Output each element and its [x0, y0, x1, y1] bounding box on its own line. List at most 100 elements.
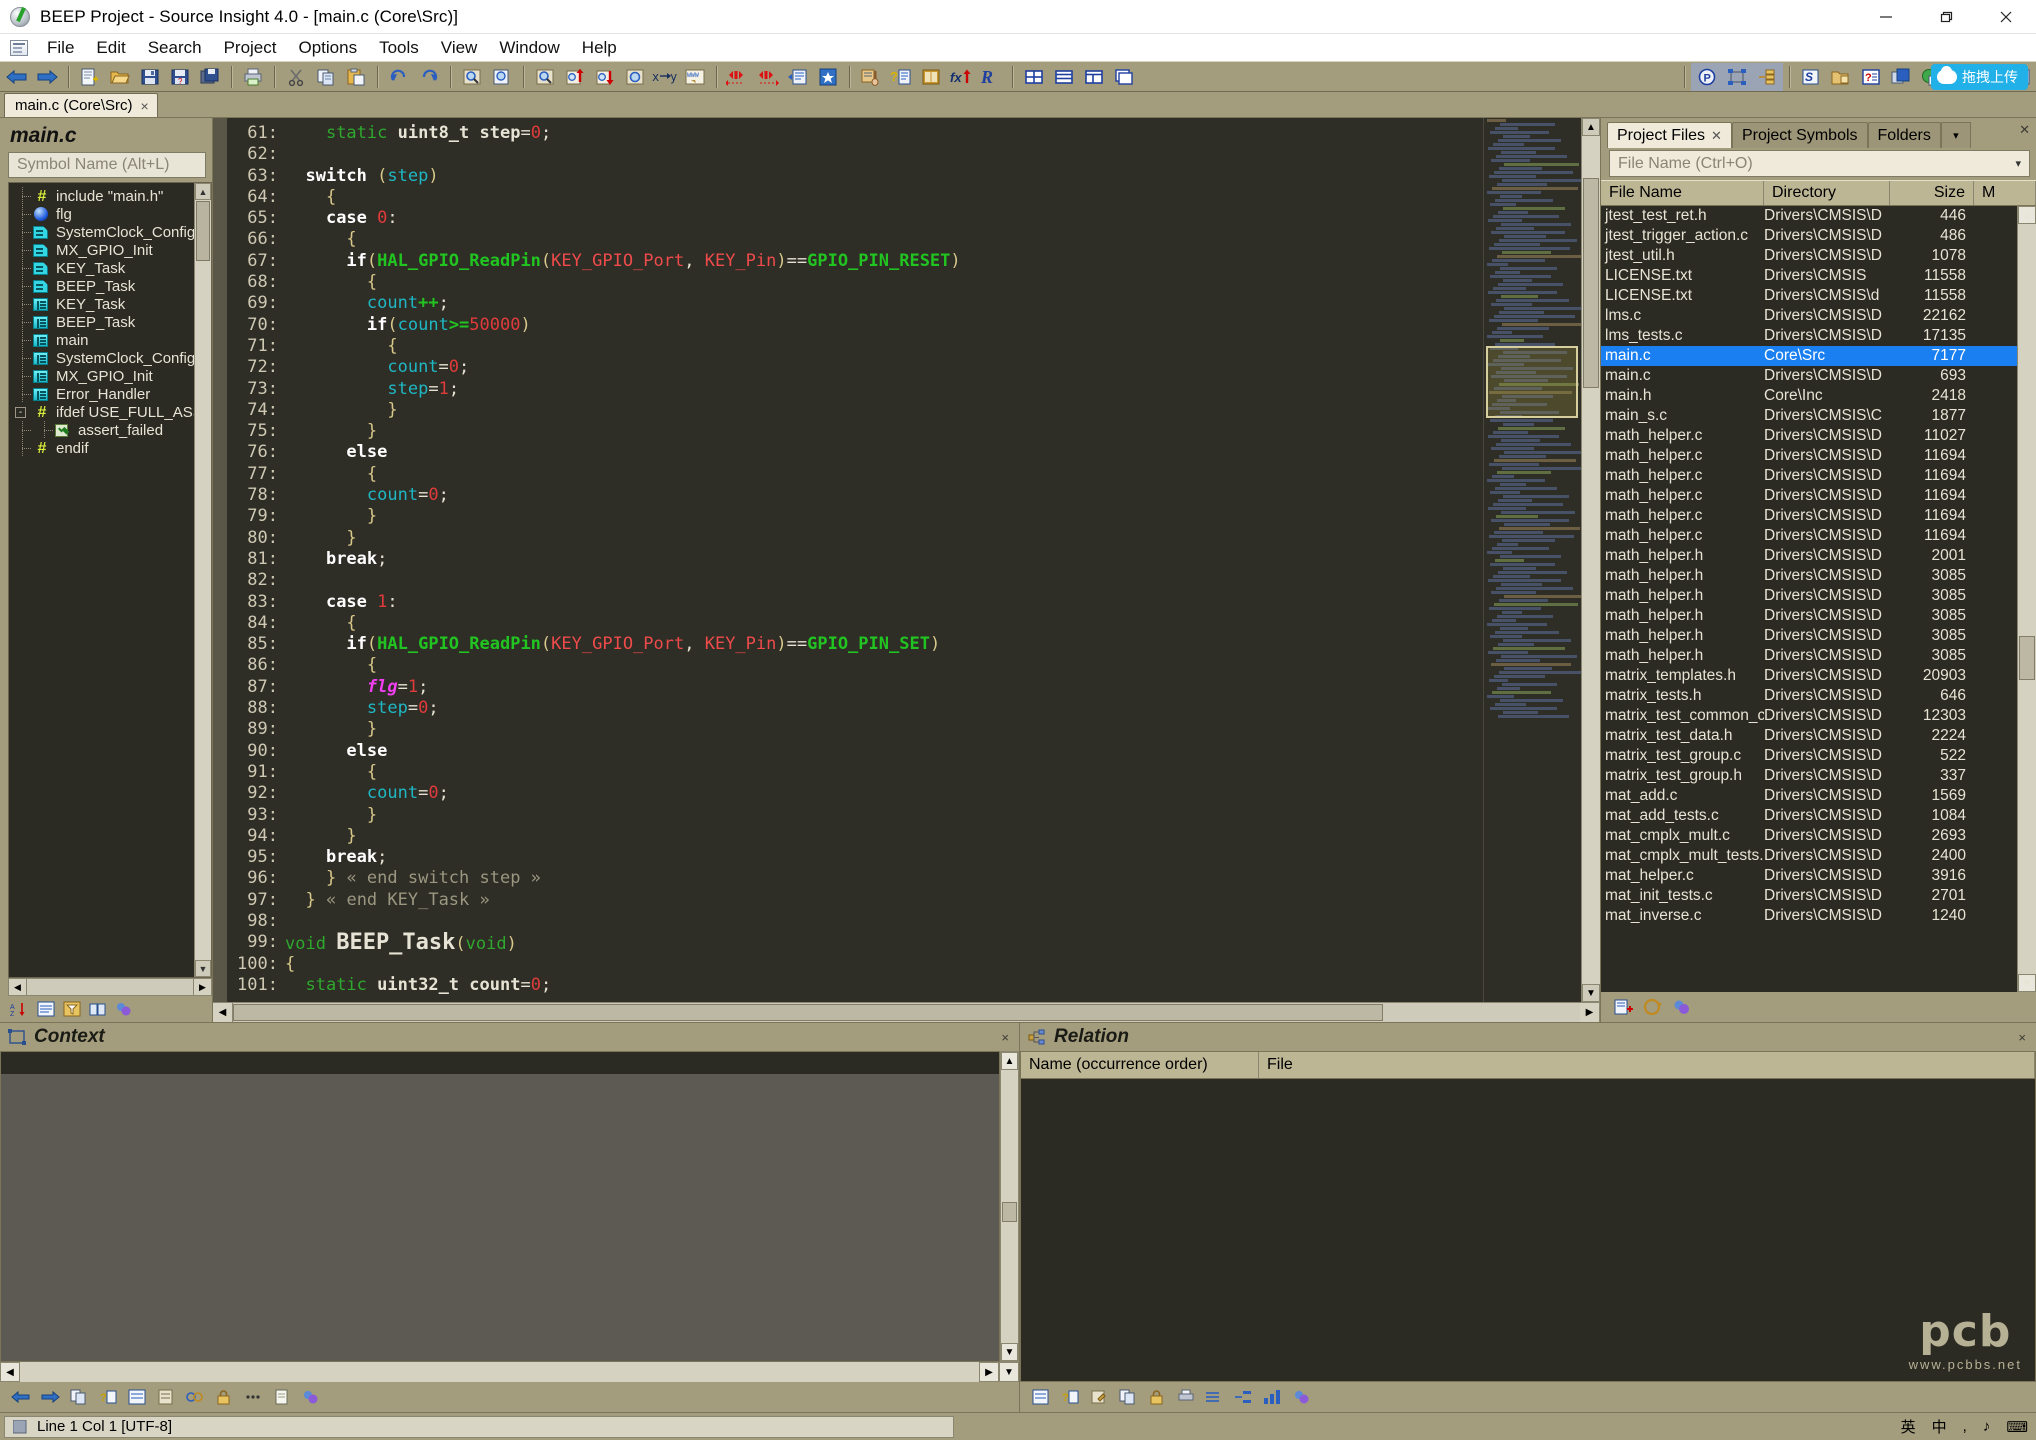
symbol-tree-item[interactable]: flg: [9, 205, 211, 223]
forward-icon[interactable]: [37, 1385, 63, 1409]
ime-lang-en[interactable]: 英: [1901, 1416, 1916, 1437]
page-icon[interactable]: [269, 1385, 295, 1409]
symbol-tree-item[interactable]: BEEP_Task: [9, 277, 211, 295]
redo-icon[interactable]: [414, 64, 444, 90]
relation-window-icon[interactable]: R: [976, 64, 1006, 90]
file-list-row[interactable]: main.h Core\Inc 2418: [1601, 386, 2017, 406]
code-line[interactable]: 75: }: [227, 421, 1483, 442]
menu-edit[interactable]: Edit: [85, 36, 136, 60]
close-icon[interactable]: ×: [2018, 1030, 2026, 1045]
scroll-up-icon[interactable]: ▲: [1001, 1052, 1018, 1070]
menu-file[interactable]: File: [36, 36, 85, 60]
file-name-search-input[interactable]: File Name (Ctrl+O) ▾: [1609, 150, 2030, 177]
menu-tools[interactable]: Tools: [368, 36, 430, 60]
column-file-name[interactable]: File Name: [1601, 181, 1764, 205]
file-list-row[interactable]: mat_add.c Drivers\CMSIS\D 1569: [1601, 786, 2017, 806]
file-list-row[interactable]: mat_cmplx_mult_tests. Drivers\CMSIS\D 2400: [1601, 846, 2017, 866]
folder-options-icon[interactable]: [1826, 64, 1856, 90]
symbol-tree[interactable]: # include "main.h" flg SystemClock_Config MX…: [8, 182, 212, 978]
sync-icon[interactable]: [1640, 995, 1666, 1019]
menu-options[interactable]: Options: [288, 36, 369, 60]
file-list-scrollbar[interactable]: ▲ ▼: [2017, 206, 2036, 992]
close-button[interactable]: [1976, 0, 2036, 34]
file-list-row[interactable]: mat_add_tests.c Drivers\CMSIS\D 1084: [1601, 806, 2017, 826]
column-directory[interactable]: Directory: [1764, 181, 1890, 205]
symbol-tree-item[interactable]: MX_GPIO_Init: [9, 367, 211, 385]
file-list-row[interactable]: mat_inverse.c Drivers\CMSIS\D 1240: [1601, 906, 2017, 926]
menu-project[interactable]: Project: [213, 36, 288, 60]
help-icon[interactable]: ?: [1057, 1385, 1083, 1409]
tile-horizontal-icon[interactable]: [1019, 64, 1049, 90]
symbol-tree-item[interactable]: # include "main.h": [9, 187, 211, 205]
symbol-tree-item[interactable]: BEEP_Task: [9, 313, 211, 331]
file-list-row[interactable]: matrix_test_common_c Drivers\CMSIS\D 12303: [1601, 706, 2017, 726]
copy-icon[interactable]: [1115, 1385, 1141, 1409]
scroll-right-icon[interactable]: ▶: [979, 1362, 999, 1382]
code-line[interactable]: 101: static uint32_t count=0;: [227, 975, 1483, 996]
code-line[interactable]: 62:: [227, 144, 1483, 165]
nav-forward-icon[interactable]: [32, 64, 62, 90]
close-panel-icon[interactable]: ✕: [2019, 122, 2030, 138]
editor-vscrollbar[interactable]: ▲ ▼: [1581, 118, 1600, 1002]
scroll-down-icon[interactable]: ▼: [1582, 984, 1600, 1002]
scroll-left-icon[interactable]: ◀: [9, 979, 27, 995]
symbol-tree-item[interactable]: SystemClock_Config: [9, 223, 211, 241]
close-icon[interactable]: ×: [141, 98, 149, 114]
menu-window[interactable]: Window: [488, 36, 570, 60]
save-icon[interactable]: [135, 64, 165, 90]
code-line[interactable]: 67: if(HAL_GPIO_ReadPin(KEY_GPIO_Port, K…: [227, 251, 1483, 272]
outline-icon[interactable]: [1202, 1385, 1228, 1409]
code-line[interactable]: 86: {: [227, 655, 1483, 676]
code-line[interactable]: 66: {: [227, 229, 1483, 250]
file-list-row[interactable]: mat_init_tests.c Drivers\CMSIS\D 2701: [1601, 886, 2017, 906]
scroll-right-icon[interactable]: ▶: [193, 979, 211, 995]
project-list-icon[interactable]: [1752, 64, 1782, 90]
link-icon[interactable]: [182, 1385, 208, 1409]
document-tab-main-c[interactable]: main.c (Core\Src) ×: [4, 93, 158, 117]
scrollbar-thumb[interactable]: [233, 1004, 1383, 1021]
new-file-icon[interactable]: [75, 64, 105, 90]
bookmark-icon[interactable]: [813, 64, 843, 90]
menu-view[interactable]: View: [430, 36, 489, 60]
code-line[interactable]: 63: switch (step): [227, 166, 1483, 187]
symbol-tree-item[interactable]: assert_failed: [9, 421, 211, 439]
jump-to-match-icon[interactable]: [723, 64, 753, 90]
scroll-right-icon[interactable]: ▶: [1580, 1003, 1600, 1022]
symbol-tree-item[interactable]: main: [9, 331, 211, 349]
code-line[interactable]: 94: }: [227, 826, 1483, 847]
file-list-row[interactable]: main.c Drivers\CMSIS\D 693: [1601, 366, 2017, 386]
code-line[interactable]: 68: {: [227, 272, 1483, 293]
file-list-row[interactable]: math_helper.c Drivers\CMSIS\D 11694: [1601, 526, 2017, 546]
symbol-tree-item[interactable]: KEY_Task: [9, 259, 211, 277]
code-line[interactable]: 99: void BEEP_Task(void): [227, 932, 1483, 955]
scrollbar-thumb[interactable]: [1002, 1202, 1017, 1222]
code-line[interactable]: 95: break;: [227, 847, 1483, 868]
menu-help[interactable]: Help: [571, 36, 628, 60]
ref-icon[interactable]: [1028, 1385, 1054, 1409]
file-list-row[interactable]: math_helper.c Drivers\CMSIS\D 11694: [1601, 446, 2017, 466]
code-line[interactable]: 80: }: [227, 528, 1483, 549]
menu-search[interactable]: Search: [137, 36, 213, 60]
more-icon[interactable]: [240, 1385, 266, 1409]
symbol-tree-item[interactable]: -# ifdef USE_FULL_ASSERT: [9, 403, 211, 421]
code-line[interactable]: 74: }: [227, 400, 1483, 421]
code-line[interactable]: 97: } « end KEY_Task »: [227, 890, 1483, 911]
print-icon[interactable]: [1173, 1385, 1199, 1409]
nav-back-icon[interactable]: [2, 64, 32, 90]
code-line[interactable]: 84: {: [227, 613, 1483, 634]
ime-lang-cn[interactable]: 中: [1932, 1416, 1947, 1437]
code-line[interactable]: 64: {: [227, 187, 1483, 208]
file-list-row[interactable]: main_s.c Drivers\CMSIS\C 1877: [1601, 406, 2017, 426]
code-line[interactable]: 65: case 0:: [227, 208, 1483, 229]
file-list-row[interactable]: math_helper.h Drivers\CMSIS\D 3085: [1601, 646, 2017, 666]
code-minimap[interactable]: [1483, 118, 1581, 1002]
context-vscrollbar[interactable]: ▲ ▼: [1000, 1051, 1019, 1362]
restore-button[interactable]: [1916, 0, 1976, 34]
lock-icon[interactable]: [211, 1385, 237, 1409]
search-files-icon[interactable]: [487, 64, 517, 90]
symbol-tree-hscrollbar[interactable]: ◀ ▶: [8, 978, 212, 996]
goto-line-icon[interactable]: [783, 64, 813, 90]
scroll-down-icon[interactable]: ▼: [2018, 974, 2036, 992]
scroll-up-icon[interactable]: ▲: [2018, 206, 2036, 224]
file-list-row[interactable]: jtest_trigger_action.c Drivers\CMSIS\D 486: [1601, 226, 2017, 246]
